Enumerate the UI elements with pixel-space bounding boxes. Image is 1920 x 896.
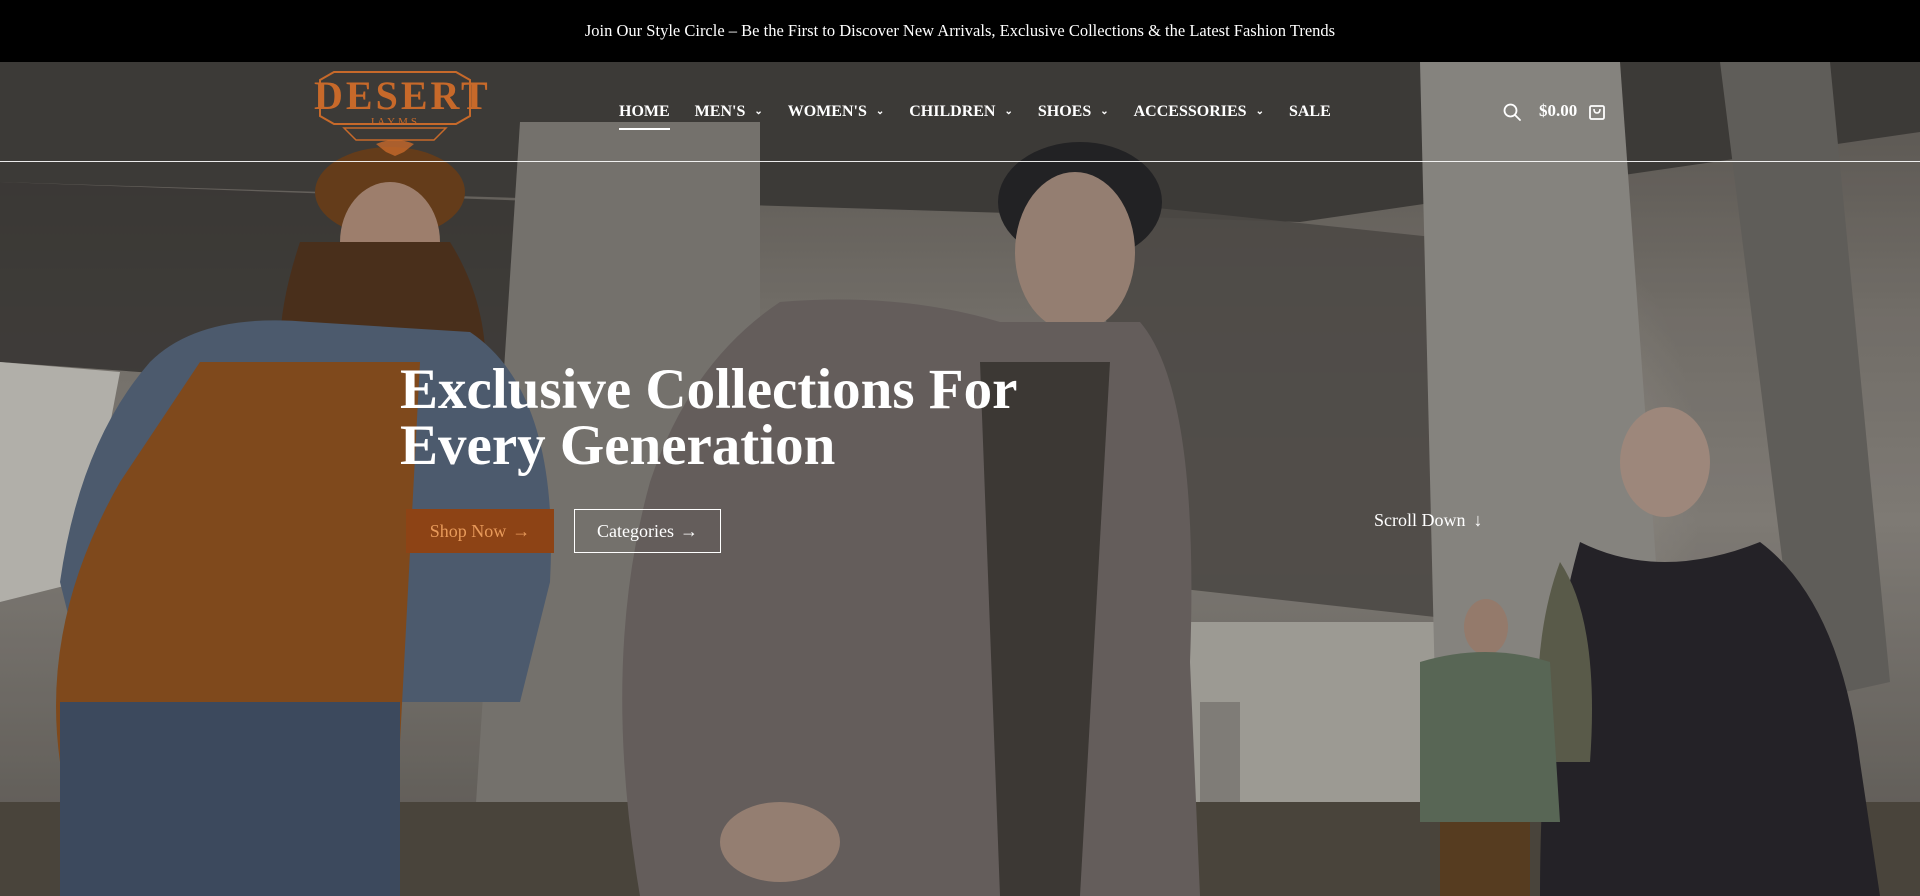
shop-now-label: Shop Now [429,520,507,541]
hero-overlay [0,62,1920,896]
chevron-down-icon: ⌄ [875,105,885,117]
arrow-right-icon: → [512,520,531,541]
chevron-down-icon: ⌄ [754,105,763,117]
nav-item-label: MEN'S [694,103,746,120]
nav-item-shoes[interactable]: SHOES ⌄ [1038,94,1109,130]
scroll-down-link[interactable]: Scroll Down ↓ [1374,510,1483,531]
nav-item-accessories[interactable]: ACCESSORIES ⌄ [1134,94,1264,130]
nav-item-sale[interactable]: SALE [1289,94,1331,130]
search-button[interactable] [1502,102,1522,122]
announcement-bar: Join Our Style Circle – Be the First to … [0,0,1920,62]
nav-item-label: HOME [619,103,670,120]
cart-total[interactable]: $0.00 [1539,101,1577,121]
nav-item-label: SHOES [1037,103,1092,120]
site-header: DESERT JAYMS HOME MEN'S ⌄ WOMEN'S ⌄ CHIL… [0,62,1920,162]
nav-item-mens[interactable]: MEN'S ⌄ [695,94,763,130]
nav-item-womens[interactable]: WOMEN'S ⌄ [788,94,885,130]
nav-item-home[interactable]: HOME [619,94,670,130]
nav-item-label: SALE [1288,103,1331,120]
logo-wordmark: DESERT [314,73,491,118]
nav-item-label: ACCESSORIES [1133,103,1247,120]
hero-title-line: Exclusive Collections For [400,358,1018,421]
shopping-bag-icon [1589,105,1605,120]
announcement-text: Join Our Style Circle – Be the First to … [584,21,1336,40]
arrow-down-icon: ↓ [1473,510,1483,530]
shop-now-button[interactable]: Shop Now → [406,509,554,553]
arrow-right-icon: → [679,520,698,541]
cart-button[interactable] [1589,102,1605,120]
nav-item-label: CHILDREN [909,103,996,120]
chevron-down-icon: ⌄ [1100,105,1109,117]
logo-subtitle: JAYMS [369,116,421,128]
chevron-down-icon: ⌄ [1004,105,1013,117]
hero-title: Exclusive Collections For Every Generati… [400,358,1100,477]
categories-button[interactable]: Categories → [574,509,721,553]
main-nav: HOME MEN'S ⌄ WOMEN'S ⌄ CHILDREN ⌄ SHOES … [619,94,1356,130]
site-logo[interactable]: DESERT JAYMS [314,66,491,158]
categories-label: Categories [597,520,674,541]
chevron-down-icon: ⌄ [1255,105,1264,117]
nav-item-label: WOMEN'S [787,103,867,120]
nav-item-children[interactable]: CHILDREN ⌄ [909,94,1013,130]
hero-section [0,62,1920,896]
search-icon [1503,103,1521,121]
hero-title-line: Every Generation [400,414,836,477]
scroll-down-label: Scroll Down [1374,510,1466,530]
